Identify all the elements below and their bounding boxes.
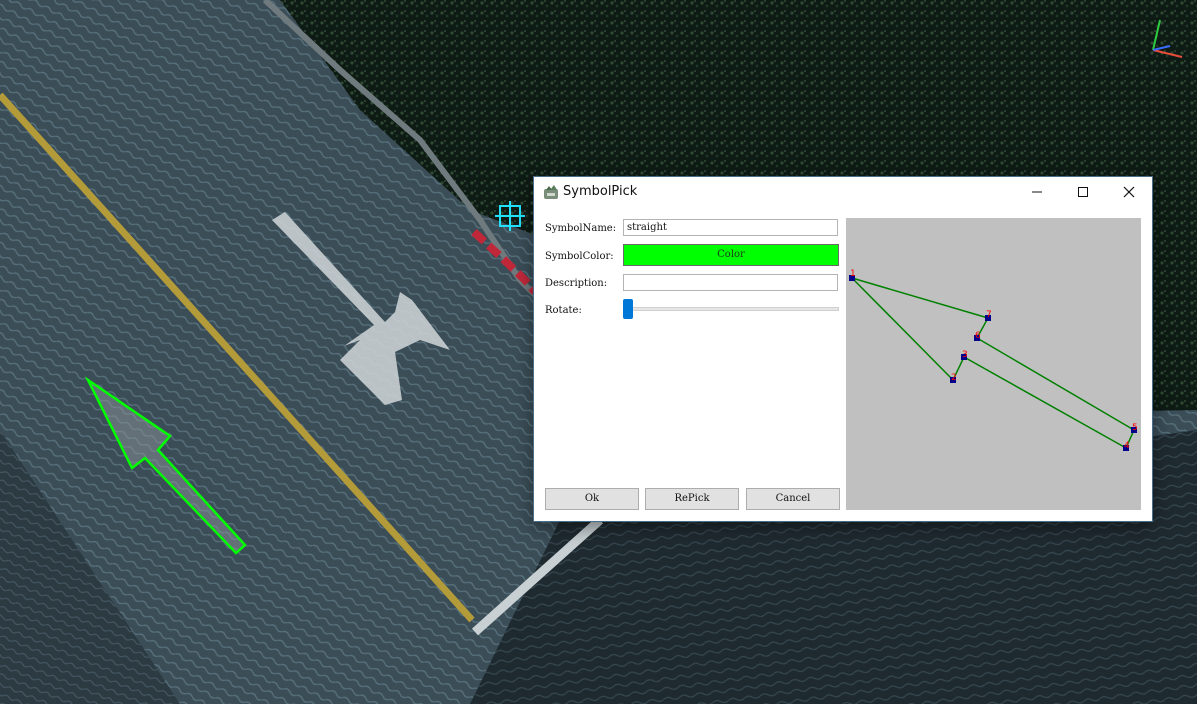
ok-button[interactable]: Ok [545, 488, 639, 510]
description-input[interactable] [623, 274, 838, 291]
maximize-icon [1078, 187, 1088, 197]
minimize-button[interactable] [1014, 177, 1060, 207]
preview-point-label: 6 [975, 331, 981, 341]
preview-point-label: 3 [962, 350, 968, 360]
rotate-slider-handle[interactable] [623, 299, 633, 319]
symbol-color-label: SymbolColor: [545, 251, 614, 262]
title-bar[interactable]: SymbolPick [534, 177, 1152, 207]
symbol-pick-dialog: SymbolPick SymbolName: straight SymbolCo… [534, 177, 1152, 521]
app-icon [544, 185, 558, 199]
color-button[interactable]: Color [623, 244, 839, 266]
cancel-button[interactable]: Cancel [746, 488, 840, 510]
window-title: SymbolPick [563, 184, 638, 199]
repick-button[interactable]: RePick [645, 488, 739, 510]
preview-point-label: 7 [986, 310, 992, 320]
preview-point-label: 4 [1124, 441, 1130, 451]
close-button[interactable] [1106, 177, 1152, 207]
preview-point-label: 5 [1132, 423, 1138, 433]
rotate-label: Rotate: [545, 305, 582, 316]
symbol-name-label: SymbolName: [545, 223, 617, 234]
maximize-button[interactable] [1060, 177, 1106, 207]
preview-point-label: 2 [951, 373, 957, 383]
description-label: Description: [545, 278, 608, 289]
minimize-icon [1032, 191, 1042, 193]
symbol-preview: 1 2 3 4 5 6 7 [846, 218, 1141, 510]
close-icon [1123, 186, 1135, 198]
preview-symbol-outline [851, 277, 1135, 450]
rotate-slider-track[interactable] [623, 307, 839, 311]
preview-point-label: 1 [850, 269, 856, 279]
symbol-name-input[interactable]: straight [623, 219, 838, 236]
